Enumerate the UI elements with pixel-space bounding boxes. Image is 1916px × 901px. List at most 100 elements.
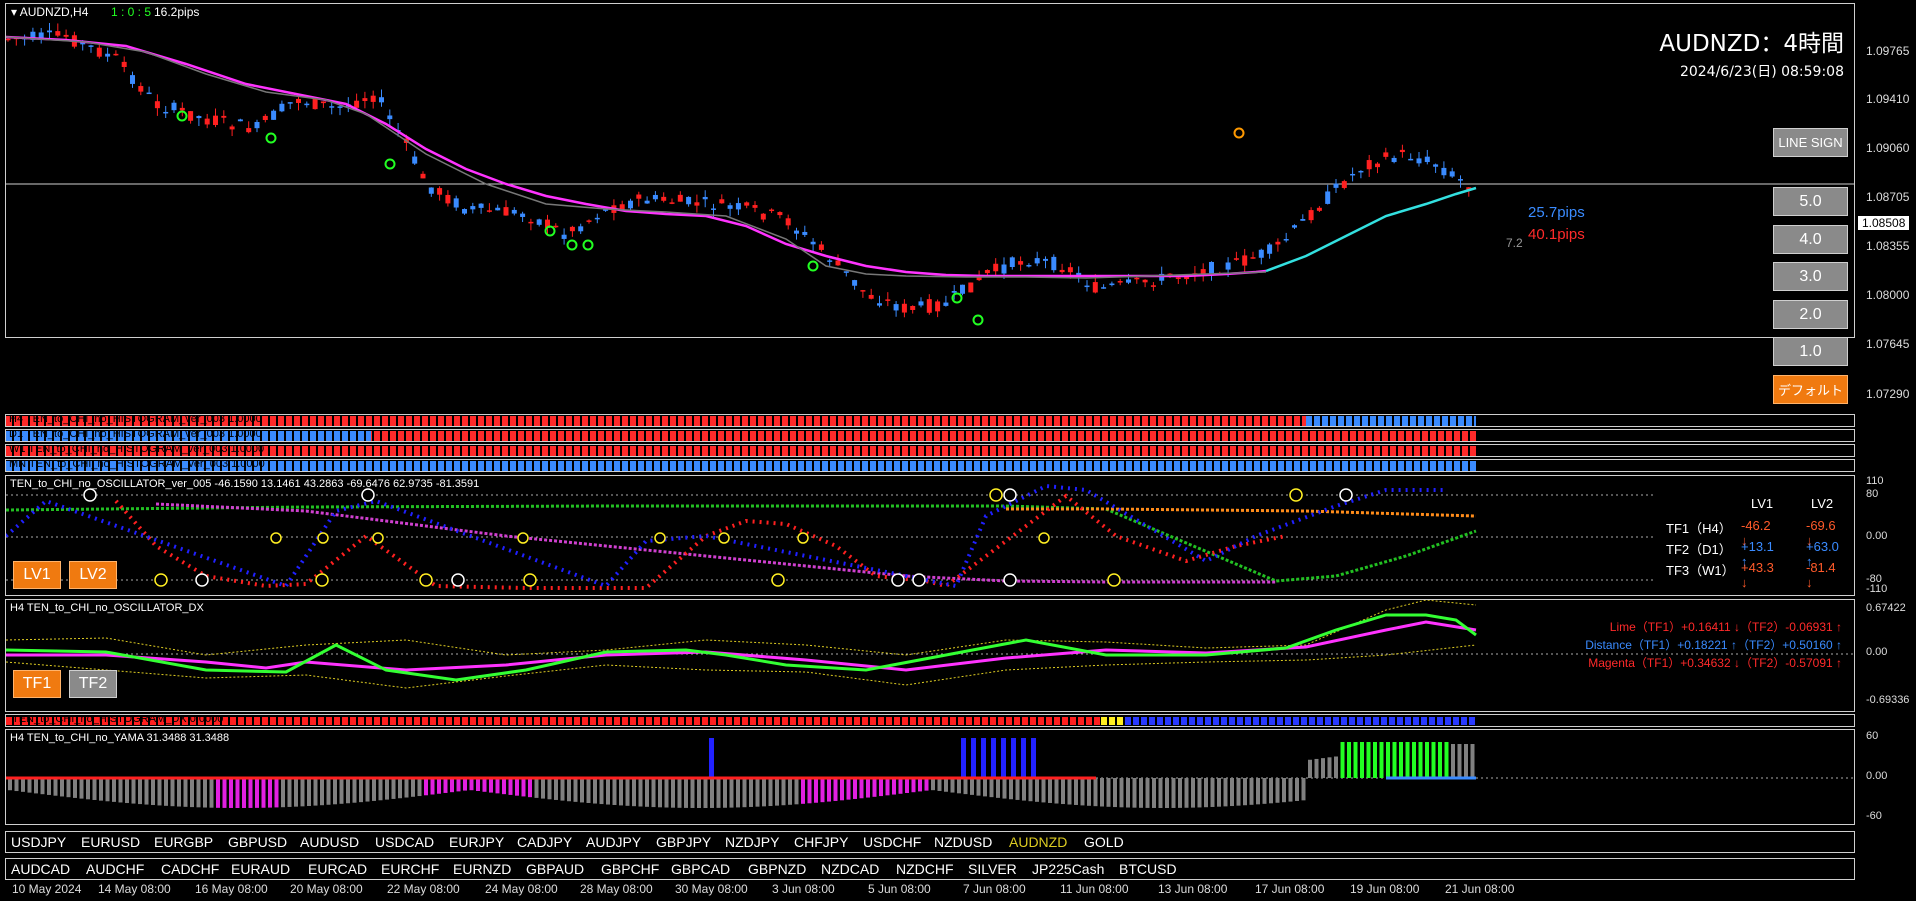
ma-gray-line [6,36,1267,279]
date-axis-label: 30 May 08:00 [675,882,748,896]
date-axis-label: 3 Jun 08:00 [772,882,835,896]
symbol-button-chfjpy[interactable]: CHFJPY [794,834,848,850]
oscillator-dx-label: H4 TEN_to_CHI_no_OSCILLATOR_DX [10,602,204,614]
tf1-button[interactable]: TF1 [13,670,61,698]
level-button-5[interactable]: 5.0 [1773,187,1848,216]
line-sign-button[interactable]: LINE SIGN [1773,128,1848,157]
dx-row-magenta: Magenta（TF1）+0.34632 ↓（TF2）-0.57091 ↑ [1588,656,1842,670]
symbol-row-1: USDJPY EURUSD EURGBP GBPUSD AUDUSD USDCAD EURJ… [5,831,1855,853]
symbol-button-audnzd[interactable]: AUDNZD [1009,834,1067,850]
date-axis-label: 7 Jun 08:00 [963,882,1026,896]
osc-axis-label: 0.00 [1866,530,1888,542]
symbol-button-gbpaud[interactable]: GBPAUD [526,861,584,877]
osc-row-lv1: +43.3 ↓ [1741,560,1774,590]
symbol-button-gbpchf[interactable]: GBPCHF [601,861,659,877]
osc-axis-label: 80 [1866,488,1879,500]
symbol-button-euraud[interactable]: EURAUD [231,861,290,877]
dx-envelope-upper [6,600,1477,656]
symbol-button-jp225cash[interactable]: JP225Cash [1032,861,1104,877]
price-axis-label: 1.09765 [1866,44,1910,58]
ma-cyan-line [1265,186,1477,273]
symbol-button-usdchf[interactable]: USDCHF [863,834,921,850]
osc-axis-label: 110 [1866,475,1884,487]
symbol-button-audjpy[interactable]: AUDJPY [586,834,641,850]
symbol-button-gbpnzd[interactable]: GBPNZD [748,861,806,877]
histogram-label: H4 TEN_to_CHI_no_HISTOGRAM_ver_003 1.000… [9,414,262,425]
histogram-label: W1 TEN_to_CHI_no_HISTOGRAM_ver_003 1.000… [9,444,265,455]
histogram-h4: H4 TEN_to_CHI_no_HISTOGRAM_ver_003 1.000… [5,414,1855,427]
oscillator-dx-panel[interactable]: H4 TEN_to_CHI_no_OSCILLATOR_DX Lime（TF1）… [5,599,1855,712]
symbol-button-gbpusd[interactable]: GBPUSD [228,834,287,850]
price-axis-label: 1.09410 [1866,92,1910,106]
yama-axis-label: 60 [1866,730,1879,742]
osc-row-lv2: -81.4 ↓ [1806,560,1836,590]
level-button-1[interactable]: 1.0 [1773,337,1848,366]
page-title: AUDNZD：4時間 [1659,31,1844,57]
symbol-button-btcusd[interactable]: BTCUSD [1119,861,1177,877]
symbol-button-gbpjpy[interactable]: GBPJPY [656,834,711,850]
symbol-button-nzdjpy[interactable]: NZDJPY [725,834,779,850]
price-axis-label: 1.07290 [1866,387,1910,401]
price-axis-label: 1.08705 [1866,190,1910,204]
symbol-button-silver[interactable]: SILVER [968,861,1017,877]
symbol-button-cadjpy[interactable]: CADJPY [517,834,572,850]
tf2-button[interactable]: TF2 [69,670,117,698]
symbol-label: ▾ AUDNZD,H4 [11,5,89,19]
symbol-button-eurjpy[interactable]: EURJPY [449,834,504,850]
histogram-label: D1 TEN_to_CHI_no_HISTOGRAM_ver_003 1.000… [9,429,262,440]
dx-magenta-line [6,620,1477,672]
osc-head-lv1: LV1 [1751,496,1774,511]
level-button-2[interactable]: 2.0 [1773,300,1848,329]
default-button[interactable]: デフォルト [1773,375,1848,404]
price-chart [6,23,1854,326]
osc-markers [154,488,1303,587]
yama-label: H4 TEN_to_CHI_no_YAMA 31.3488 31.3488 [10,732,230,744]
yama-bars [6,738,1476,808]
symbol-button-cadchf[interactable]: CADCHF [161,861,219,877]
histogram-dx-label: TEN_to_CHI_no_HISTOGRAM_DX 0.0000 [12,714,224,725]
symbol-button-audcad[interactable]: AUDCAD [11,861,70,877]
candle-timer: 1 : 0 : 5 [111,5,152,19]
dx-axis-label: 0.00 [1866,646,1888,658]
dx-row-distance: Distance（TF1）+0.18221 ↑（TF2）+0.50160 ↑ [1585,638,1842,652]
symbol-button-audchf[interactable]: AUDCHF [86,861,144,877]
date-axis-label: 19 Jun 08:00 [1350,882,1420,896]
symbol-button-eurchf[interactable]: EURCHF [381,861,439,877]
date-axis-label: 10 May 2024 [12,882,82,896]
yama-panel[interactable]: H4 TEN_to_CHI_no_YAMA 31.3488 31.3488 [5,729,1855,825]
symbol-button-gold[interactable]: GOLD [1084,834,1124,850]
level-button-3[interactable]: 3.0 [1773,262,1848,291]
symbol-button-eurusd[interactable]: EURUSD [81,834,140,850]
symbol-button-nzdusd[interactable]: NZDUSD [934,834,992,850]
price-axis-label: 1.09060 [1866,141,1910,155]
yama-axis-label: 0.00 [1866,770,1888,782]
symbol-row-2: AUDCAD AUDCHF CADCHF EURAUD EURCAD EURCHF EURN… [5,858,1855,880]
current-price-tag: 1.08508 [1858,216,1910,230]
dx-axis-label: -0.69336 [1866,694,1910,706]
symbol-button-eurnzd[interactable]: EURNZD [453,861,511,877]
symbol-button-usdcad[interactable]: USDCAD [375,834,434,850]
symbol-button-usdjpy[interactable]: USDJPY [11,834,66,850]
pips-up: 25.7pips [1528,204,1585,221]
pips-down: 40.1pips [1528,226,1585,243]
oscillator-dx-chart [6,600,1854,689]
date-axis-label: 17 Jun 08:00 [1255,882,1325,896]
main-chart-panel[interactable]: ▾ AUDNZD,H4 1 : 0 : 5 16.2pips AUDNZD：4時… [5,3,1855,338]
oscillator-label: TEN_to_CHI_no_OSCILLATOR_ver_005 -46.159… [10,478,480,490]
price-axis-label: 1.08000 [1866,288,1910,302]
symbol-button-eurcad[interactable]: EURCAD [308,861,367,877]
oscillator-panel[interactable]: TEN_to_CHI_no_OSCILLATOR_ver_005 -46.159… [5,475,1855,596]
symbol-button-gbpcad[interactable]: GBPCAD [671,861,730,877]
header-datetime: 2024/6/23(日) 08:59:08 [1679,64,1844,80]
histogram-label: MN TEN_to_CHI_no_HISTOGRAM_ver_003 1.000… [9,459,265,470]
lv2-button[interactable]: LV2 [69,561,117,589]
price-axis-label: 1.08355 [1866,239,1910,253]
symbol-button-nzdcad[interactable]: NZDCAD [821,861,879,877]
oscillator-chart [6,483,1656,590]
symbol-button-audusd[interactable]: AUDUSD [300,834,359,850]
level-button-4[interactable]: 4.0 [1773,225,1848,254]
osc-head-lv2: LV2 [1811,496,1834,511]
symbol-button-nzdchf[interactable]: NZDCHF [896,861,954,877]
lv1-button[interactable]: LV1 [13,561,61,589]
symbol-button-eurgbp[interactable]: EURGBP [154,834,213,850]
